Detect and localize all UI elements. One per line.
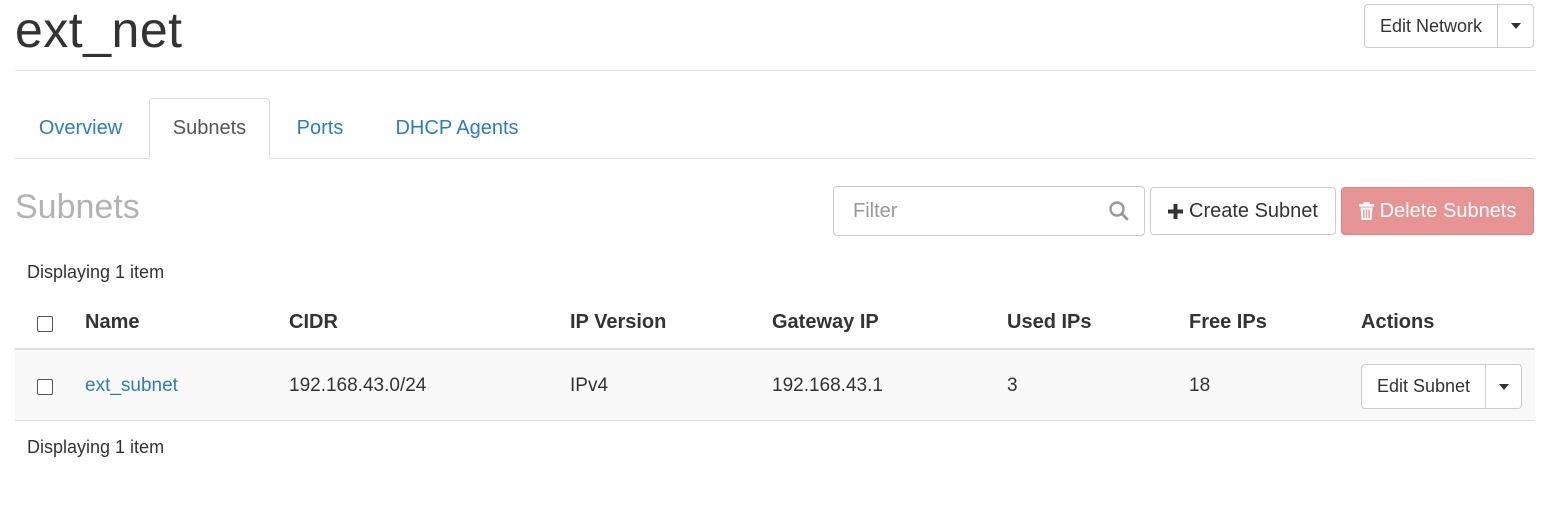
tab-overview[interactable]: Overview [15, 98, 146, 159]
plus-icon [1168, 203, 1183, 219]
subnet-ip-version: IPv4 [570, 375, 609, 396]
subnet-free-ips: 18 [1189, 375, 1211, 396]
filter-box [833, 186, 1145, 236]
edit-subnet-button[interactable]: Edit Subnet [1362, 365, 1485, 408]
row-actions-dropdown-toggle[interactable] [1485, 365, 1521, 408]
tab-ports[interactable]: Ports [273, 98, 367, 159]
edit-subnet-split-button[interactable]: Edit Subnet [1361, 364, 1522, 409]
filter-input[interactable] [835, 188, 1105, 234]
edit-network-split-button[interactable]: Edit Network [1364, 4, 1534, 48]
tab-dhcp-agents[interactable]: DHCP Agents [373, 98, 541, 159]
edit-network-button[interactable]: Edit Network [1365, 5, 1497, 47]
tab-bar: Overview Subnets Ports DHCP Agents [15, 98, 1535, 159]
search-icon[interactable] [1108, 200, 1130, 222]
page-title: ext_net [15, 2, 183, 58]
subnet-gateway-ip: 192.168.43.1 [772, 375, 883, 396]
caret-down-icon [1498, 383, 1509, 390]
column-header-free-ips[interactable]: Free IPs [1189, 311, 1267, 334]
column-header-gateway-ip[interactable]: Gateway IP [772, 311, 879, 334]
column-header-cidr[interactable]: CIDR [289, 311, 338, 334]
column-header-used-ips[interactable]: Used IPs [1007, 311, 1091, 334]
edit-network-dropdown-toggle[interactable] [1497, 5, 1533, 47]
caret-down-icon [1510, 23, 1521, 29]
create-subnet-button[interactable]: Create Subnet [1150, 187, 1336, 235]
tab-subnets[interactable]: Subnets [149, 98, 270, 159]
display-count: Displaying 1 item [27, 262, 165, 282]
create-subnet-label: Create Subnet [1189, 199, 1318, 222]
table-row: ext_subnet 192.168.43.0/24 IPv4 192.168.… [15, 351, 1535, 421]
select-all-checkbox[interactable] [37, 316, 53, 332]
column-header-actions: Actions [1361, 311, 1435, 333]
trash-icon [1358, 202, 1374, 220]
page-header: ext_net Edit Network [15, 0, 1535, 71]
display-count-footer: Displaying 1 item [27, 437, 165, 457]
subnet-cidr: 192.168.43.0/24 [289, 375, 427, 396]
subnet-used-ips: 3 [1007, 375, 1018, 396]
section-title: Subnets [15, 188, 140, 226]
column-header-ip-version[interactable]: IP Version [570, 311, 666, 334]
subnet-name-link[interactable]: ext_subnet [85, 375, 178, 397]
delete-subnets-button[interactable]: Delete Subnets [1341, 187, 1534, 235]
row-checkbox[interactable] [37, 379, 53, 395]
delete-subnets-label: Delete Subnets [1379, 199, 1517, 222]
column-header-name[interactable]: Name [85, 311, 139, 334]
table-header: Name CIDR IP Version Gateway IP Used IPs… [15, 298, 1535, 350]
